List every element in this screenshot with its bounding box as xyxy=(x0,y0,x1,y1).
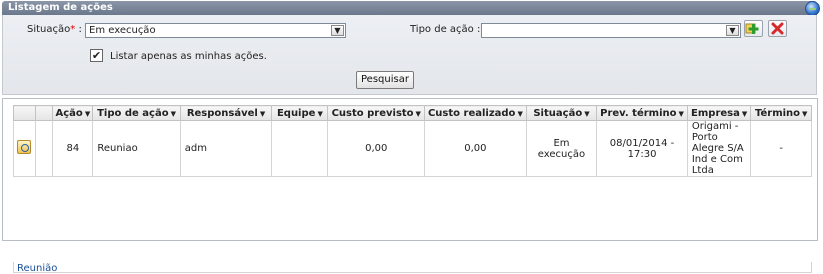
row-icon-cell[interactable] xyxy=(13,120,36,177)
filter-panel: Situação* : Em execução ▼ Tipo de ação :… xyxy=(2,15,817,95)
sort-down-icon[interactable]: ▼ xyxy=(517,110,522,118)
action-icon[interactable] xyxy=(17,140,32,154)
only-mine-label: Listar apenas as minhas ações. xyxy=(110,51,267,62)
col-equipe-label: Equipe xyxy=(276,107,316,119)
cell-responsavel: adm xyxy=(179,120,273,177)
col-custo-realizado-label: Custo realizado xyxy=(427,107,516,119)
sort-down-icon[interactable]: ▼ xyxy=(584,110,589,118)
col-situacao[interactable]: Situação ▼ xyxy=(525,105,598,121)
chevron-down-icon[interactable]: ▼ xyxy=(726,25,739,36)
remove-button[interactable] xyxy=(768,20,787,37)
sort-down-icon[interactable]: ▼ xyxy=(742,110,747,118)
col-select xyxy=(13,105,36,121)
col-responsavel[interactable]: Responsável ▼ xyxy=(179,105,273,121)
required-mark: * xyxy=(70,24,76,35)
cell-termino: - xyxy=(750,120,812,177)
sort-down-icon[interactable]: ▼ xyxy=(416,110,421,118)
cell-equipe xyxy=(271,120,329,177)
col-custo-realizado[interactable]: Custo realizado ▼ xyxy=(424,105,527,121)
sort-down-icon[interactable]: ▼ xyxy=(260,110,265,118)
search-button[interactable]: Pesquisar xyxy=(356,71,414,89)
situacao-select-value: Em execução xyxy=(89,25,156,36)
col-custo-previsto[interactable]: Custo previsto ▼ xyxy=(327,105,426,121)
col-tipo-label: Tipo de ação xyxy=(97,107,169,119)
col-termino[interactable]: Término ▼ xyxy=(750,105,812,121)
col-custo-previsto-label: Custo previsto xyxy=(331,107,414,119)
group-row xyxy=(13,262,812,273)
cell-custo-realizado: 0,00 xyxy=(424,120,527,177)
col-termino-label: Término xyxy=(755,107,801,119)
results-grid: Ação ▼ Tipo de ação ▼ Responsável ▼ Equipe ▼… xyxy=(2,98,818,274)
add-icon xyxy=(745,23,759,34)
window-title: Listagem de ações xyxy=(8,2,113,13)
tipo-acao-label: Tipo de ação : xyxy=(410,24,481,35)
sort-down-icon[interactable]: ▼ xyxy=(802,110,807,118)
col-tipo[interactable]: Tipo de ação ▼ xyxy=(92,105,181,121)
group-link-reuniao[interactable]: Reunião xyxy=(17,263,57,274)
col-spacer xyxy=(34,105,54,121)
situacao-select[interactable]: Em execução ▼ xyxy=(85,23,346,38)
col-empresa-label: Empresa xyxy=(691,107,740,119)
row-spacer-cell xyxy=(34,120,54,177)
only-mine-checkbox[interactable]: ✔ xyxy=(90,49,103,62)
col-equipe[interactable]: Equipe ▼ xyxy=(271,105,329,121)
col-responsavel-label: Responsável xyxy=(186,107,258,119)
situacao-label: Situação xyxy=(27,24,71,35)
col-prev-termino-label: Prev. término xyxy=(600,107,677,119)
situacao-colon: : xyxy=(78,24,82,35)
results-table: Ação ▼ Tipo de ação ▼ Responsável ▼ Equipe ▼… xyxy=(13,105,812,177)
cell-empresa: Origami - Porto Alegre S/A Ind e Com Ltd… xyxy=(686,120,752,177)
cell-acao: 84 xyxy=(52,120,94,177)
col-prev-termino[interactable]: Prev. término ▼ xyxy=(596,105,688,121)
tipo-acao-select[interactable]: ▼ xyxy=(481,23,741,38)
sort-down-icon[interactable]: ▼ xyxy=(317,110,322,118)
sort-down-icon[interactable]: ▼ xyxy=(85,110,90,118)
add-button[interactable] xyxy=(744,20,763,37)
cell-situacao: Em execução xyxy=(525,120,598,177)
remove-icon xyxy=(771,22,784,35)
window-titlebar: Listagem de ações xyxy=(2,1,817,15)
col-acao[interactable]: Ação ▼ xyxy=(52,105,94,121)
cell-tipo: Reuniao xyxy=(92,120,181,177)
cell-custo-previsto: 0,00 xyxy=(327,120,426,177)
globe-icon[interactable] xyxy=(805,1,820,16)
col-empresa[interactable]: Empresa ▼ xyxy=(686,105,752,121)
sort-down-icon[interactable]: ▼ xyxy=(171,110,176,118)
col-situacao-label: Situação xyxy=(533,107,583,119)
table-row[interactable]: 84 Reuniao adm 0,00 0,00 Em execução 08/… xyxy=(13,120,812,177)
table-header-row: Ação ▼ Tipo de ação ▼ Responsável ▼ Equipe ▼… xyxy=(13,105,812,121)
cell-prev-termino: 08/01/2014 - 17:30 xyxy=(596,120,688,177)
situacao-label-wrap: Situação* : xyxy=(27,24,82,35)
sort-down-icon[interactable]: ▼ xyxy=(679,110,684,118)
chevron-down-icon[interactable]: ▼ xyxy=(331,25,344,36)
col-acao-label: Ação xyxy=(55,107,83,119)
